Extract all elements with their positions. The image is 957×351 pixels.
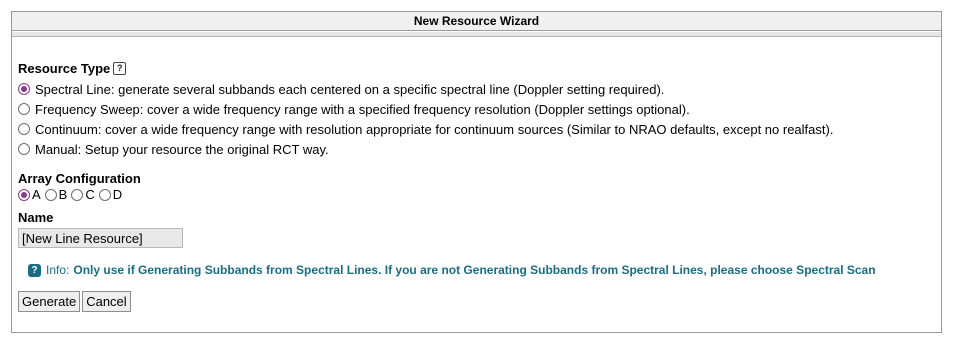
array-option-label: D xyxy=(112,187,123,202)
array-option-c[interactable]: C xyxy=(71,187,95,202)
name-label: Name xyxy=(18,210,54,225)
array-option-label: B xyxy=(58,187,68,202)
resource-option-frequency-sweep[interactable]: Frequency Sweep: cover a wide frequency … xyxy=(18,99,935,119)
array-option-label: A xyxy=(32,187,41,202)
generate-button[interactable]: Generate xyxy=(18,291,81,312)
array-configuration-label: Array Configuration xyxy=(18,171,141,186)
array-option-b[interactable]: B xyxy=(44,187,68,202)
cancel-button[interactable]: Cancel xyxy=(82,291,131,312)
radio-continuum[interactable] xyxy=(18,123,30,135)
info-icon: ? xyxy=(28,263,41,277)
array-configuration-options: A B C D xyxy=(18,187,935,202)
wizard-title: New Resource Wizard xyxy=(12,12,941,31)
action-buttons: Generate Cancel xyxy=(18,291,935,312)
resource-option-label: Spectral Line: generate several subbands… xyxy=(35,81,665,97)
array-option-label: C xyxy=(85,187,95,202)
radio-array-c[interactable] xyxy=(71,188,84,201)
radio-array-b[interactable] xyxy=(44,188,57,201)
resource-type-options: Spectral Line: generate several subbands… xyxy=(18,79,935,159)
radio-spectral-line[interactable] xyxy=(18,83,30,95)
title-divider xyxy=(12,32,941,37)
array-option-d[interactable]: D xyxy=(98,187,123,202)
radio-frequency-sweep[interactable] xyxy=(18,103,30,115)
resource-option-continuum[interactable]: Continuum: cover a wide frequency range … xyxy=(18,119,935,139)
resource-option-spectral-line[interactable]: Spectral Line: generate several subbands… xyxy=(18,79,935,99)
name-field[interactable] xyxy=(18,228,183,248)
radio-array-d[interactable] xyxy=(98,188,111,201)
resource-option-label: Continuum: cover a wide frequency range … xyxy=(35,121,834,137)
resource-option-label: Manual: Setup your resource the original… xyxy=(35,141,329,157)
info-message: ? Info: Only use if Generating Subbands … xyxy=(28,263,935,277)
radio-array-a[interactable] xyxy=(18,188,30,201)
resource-option-manual[interactable]: Manual: Setup your resource the original… xyxy=(18,139,935,159)
info-prefix: Info: xyxy=(46,263,70,277)
array-option-a[interactable]: A xyxy=(18,187,41,202)
wizard-content: Resource Type ? Spectral Line: generate … xyxy=(18,57,935,312)
resource-type-label: Resource Type xyxy=(18,60,111,76)
wizard-panel: New Resource Wizard Resource Type ? Spec… xyxy=(11,11,942,333)
info-text: Only use if Generating Subbands from Spe… xyxy=(73,263,876,277)
resource-option-label: Frequency Sweep: cover a wide frequency … xyxy=(35,101,690,117)
radio-manual[interactable] xyxy=(18,143,30,155)
question-icon[interactable]: ? xyxy=(113,61,127,75)
